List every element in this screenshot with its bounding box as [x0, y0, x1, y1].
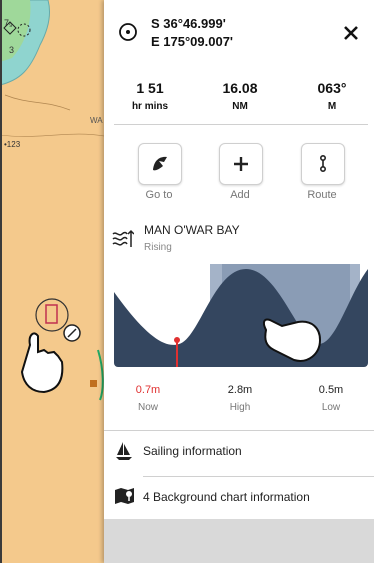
route-button[interactable]: [301, 143, 345, 185]
divider: [114, 124, 368, 125]
map-background: [0, 0, 104, 401]
tide-high-label: High: [229, 402, 251, 413]
sailing-information-label: Sailing information: [143, 444, 242, 458]
bearing-value: 063°: [317, 80, 347, 96]
info-panel: S 36°46.999' E 175°09.007' 1 51 hr mins …: [104, 0, 374, 563]
eta-unit: hr mins: [131, 101, 169, 112]
chart-info-icon: [115, 488, 134, 504]
tide-high-value: 2.8m: [227, 384, 253, 396]
sailing-information-row[interactable]: Sailing information: [104, 430, 374, 476]
tide-status: Rising: [144, 242, 172, 253]
bearing-unit: M: [327, 101, 337, 112]
sailboat-icon: [116, 442, 132, 460]
close-button[interactable]: [344, 20, 358, 46]
map-edge: [0, 0, 2, 563]
latitude: S 36°46.999': [151, 16, 226, 31]
route-icon: [320, 154, 327, 173]
chart-map[interactable]: 7₉ 3 •123 WA: [0, 0, 104, 563]
crosshair-icon: [119, 23, 137, 41]
tide-station-name: MAN O'WAR BAY: [144, 223, 240, 237]
tide-now-value: 0.7m: [135, 384, 161, 396]
distance-value: 16.08: [222, 80, 258, 96]
place-label: WA: [90, 116, 103, 125]
depth-label: 7₉: [4, 18, 13, 28]
eta-value: 1 51: [136, 80, 164, 96]
route-label: Route: [307, 189, 337, 201]
longitude: E 175°09.007': [151, 34, 234, 49]
tide-icon: [112, 229, 134, 247]
tide-low-label: Low: [321, 402, 341, 413]
background-chart-info-row[interactable]: 4 Background chart information: [104, 476, 374, 522]
tide-low-value: 0.5m: [318, 384, 344, 396]
tide-graph: [114, 264, 368, 367]
goto-icon: [153, 156, 167, 171]
tide-now-label: Now: [137, 402, 158, 413]
plus-icon: [234, 157, 248, 171]
goto-button[interactable]: [138, 143, 182, 185]
background-chart-info-label: 4 Background chart information: [143, 490, 310, 504]
depth-label: 3: [9, 45, 15, 55]
tide-chart[interactable]: [114, 264, 368, 367]
goto-label: Go to: [145, 189, 173, 201]
depth-label: •123: [4, 140, 21, 149]
add-button[interactable]: [219, 143, 263, 185]
panel-footer: [104, 519, 374, 563]
distance-unit: NM: [232, 101, 248, 112]
close-icon: [344, 26, 358, 40]
add-label: Add: [230, 189, 250, 201]
